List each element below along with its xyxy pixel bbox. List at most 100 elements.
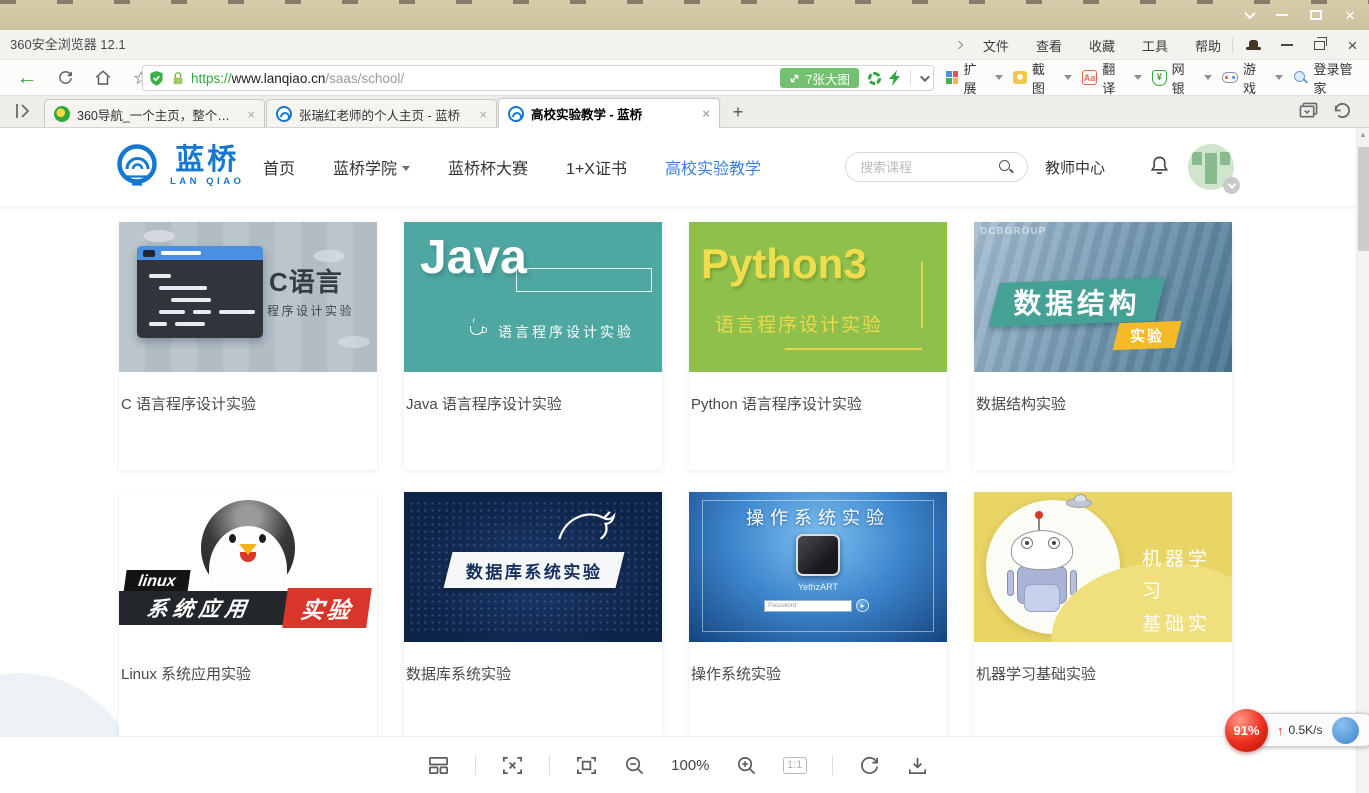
lanqiao-logo[interactable]: 蓝桥 LAN QIAO	[113, 142, 244, 190]
scrollbar-thumb[interactable]	[1358, 147, 1369, 251]
restore-icon	[1314, 41, 1325, 50]
teacher-center-link[interactable]: 教师中心	[1045, 157, 1105, 178]
big-images-badge[interactable]: 7张大图	[780, 68, 859, 88]
divider	[549, 755, 550, 775]
tab-school-lab-active[interactable]: 高校实验教学 - 蓝桥 ×	[498, 98, 720, 128]
zoom-out-button[interactable]	[623, 754, 646, 777]
reopen-closed-tab-button[interactable]	[1332, 102, 1351, 120]
chevron-down-icon	[1134, 75, 1142, 80]
tab-close-icon[interactable]: ×	[702, 107, 710, 120]
chevron-down-icon	[1204, 75, 1212, 80]
menu-tools[interactable]: 工具	[1142, 36, 1168, 55]
login-avatar-art	[796, 534, 840, 576]
url-path: /saas/school/	[325, 71, 404, 86]
reload-button[interactable]	[46, 60, 84, 95]
divider	[832, 755, 833, 775]
course-title: 数据库系统实验	[404, 642, 662, 684]
nav-certificate-label: 1+X证书	[566, 155, 627, 179]
tab-close-icon[interactable]: ×	[247, 108, 255, 121]
menu-favorites[interactable]: 收藏	[1089, 36, 1115, 55]
lightning-speed-icon[interactable]	[889, 70, 901, 86]
speed-widget[interactable]: 91% ↑ 0.5K/s	[1229, 713, 1369, 747]
menu-items: 文件 查看 收藏 工具 帮助	[956, 30, 1221, 60]
course-card-java[interactable]: Java 语言程序设计实验 Java 语言程序设计实验	[404, 222, 662, 470]
nav-academy[interactable]: 蓝桥学院	[333, 155, 410, 179]
cover-subtitle: 语言程序设计实验	[498, 322, 634, 342]
tab-bar: 360导航_一个主页，整个世界 × 张瑞红老师的个人主页 - 蓝桥 × 高校实验…	[0, 96, 1369, 128]
minimize-button-inner[interactable]	[1270, 30, 1303, 60]
download-button[interactable]	[906, 754, 929, 777]
expand-arrows-icon	[789, 73, 800, 84]
cover-badge: 实验	[1130, 325, 1164, 346]
page-scrollbar[interactable]: ▲	[1356, 128, 1369, 793]
minimize-button[interactable]	[1267, 0, 1297, 30]
nav-school-lab-active[interactable]: 高校实验教学	[665, 155, 761, 179]
boss-key-button[interactable]	[1237, 30, 1270, 60]
course-card-os[interactable]: 操作系统实验 YethzART Password ▸ 操作系统实验	[689, 492, 947, 740]
cover-username: YethzART	[689, 582, 947, 592]
notifications-button[interactable]	[1148, 154, 1171, 178]
actual-size-button[interactable]: 1:1	[783, 757, 807, 774]
titlebar-chevron-button[interactable]	[1235, 0, 1265, 30]
course-card-ml[interactable]: 机器学习 基础实验 机器学习基础实验	[974, 492, 1232, 740]
maximize-icon	[1310, 10, 1322, 20]
search-icon[interactable]	[999, 160, 1014, 175]
photo-shutter-icon[interactable]	[868, 72, 881, 85]
banking-shield-icon	[1152, 70, 1166, 86]
screenshot-label: 截图	[1032, 59, 1057, 97]
url-dropdown-chevron-icon[interactable]	[920, 72, 930, 82]
maximize-button[interactable]	[1301, 0, 1331, 30]
address-bar[interactable]: https://www.lanqiao.cn/saas/school/ 7张大图	[142, 65, 934, 91]
cover-title: C语言	[269, 262, 343, 299]
nav-competition[interactable]: 蓝桥杯大赛	[448, 155, 528, 179]
new-tab-button[interactable]: +	[727, 101, 749, 123]
region-capture-button[interactable]	[501, 754, 524, 777]
sidebar-toggle-button[interactable]	[14, 103, 34, 121]
scroll-up-arrow[interactable]: ▲	[1357, 128, 1369, 142]
screenshot-button[interactable]: 截图	[1008, 65, 1076, 91]
menu-overflow-chevron-icon[interactable]	[955, 41, 963, 49]
tab-list-button[interactable]	[1299, 102, 1318, 120]
menu-file[interactable]: 文件	[983, 36, 1009, 55]
menu-help[interactable]: 帮助	[1195, 36, 1221, 55]
course-card-linux[interactable]: linux 系统应用 实验 Linux 系统应用实验	[119, 492, 377, 740]
login-manager-button[interactable]: 登录管家	[1288, 65, 1369, 91]
games-button[interactable]: 游戏	[1217, 65, 1288, 91]
tab-close-icon[interactable]: ×	[479, 108, 487, 121]
nav-certificate[interactable]: 1+X证书	[566, 155, 627, 179]
url-protocol: https://	[191, 71, 232, 86]
tab-teacher-homepage[interactable]: 张瑞红老师的个人主页 - 蓝桥 ×	[266, 99, 497, 128]
thumbnail-layout-button[interactable]	[427, 754, 450, 777]
extensions-button[interactable]: 扩展	[941, 65, 1008, 91]
tab-360-nav[interactable]: 360导航_一个主页，整个世界 ×	[44, 99, 265, 128]
translate-button[interactable]: 翻译	[1077, 65, 1147, 91]
divider	[1232, 37, 1233, 53]
memory-usage-ball[interactable]: 91%	[1225, 709, 1268, 752]
rotate-button[interactable]	[858, 754, 881, 777]
avatar-dropdown-button[interactable]	[1223, 177, 1240, 194]
minimize-icon	[1281, 44, 1293, 46]
course-card-database[interactable]: 数据库系统实验 数据库系统实验	[404, 492, 662, 740]
course-card-c[interactable]: C语言 程序设计实验 C 语言程序设计实验	[119, 222, 377, 470]
back-button[interactable]: ←	[8, 60, 46, 95]
menu-view[interactable]: 查看	[1036, 36, 1062, 55]
online-banking-button[interactable]: 网银	[1147, 65, 1216, 91]
restore-button-inner[interactable]	[1303, 30, 1336, 60]
zoom-in-button[interactable]	[735, 754, 758, 777]
course-card-data-structures[interactable]: DCBGROUP 数据结构 实验 数据结构实验	[974, 222, 1232, 470]
cover-subtitle: 基础实验	[1142, 609, 1232, 642]
close-button-inner[interactable]: ×	[1336, 30, 1369, 60]
tab-bar-right-controls	[1299, 102, 1351, 120]
fit-screen-button[interactable]	[575, 754, 598, 777]
course-title: C 语言程序设计实验	[119, 372, 377, 414]
search-input[interactable]	[860, 154, 995, 180]
course-cover-os: 操作系统实验 YethzART Password ▸	[689, 492, 947, 642]
download-manager-ball[interactable]	[1332, 717, 1359, 744]
nav-home[interactable]: 首页	[263, 155, 295, 179]
home-button[interactable]	[84, 60, 122, 95]
login-manager-label: 登录管家	[1313, 59, 1364, 97]
close-window-button[interactable]: ×	[1335, 0, 1365, 30]
nav-competition-label: 蓝桥杯大赛	[448, 155, 528, 179]
main-nav: 首页 蓝桥学院 蓝桥杯大赛 1+X证书 高校实验教学	[263, 128, 761, 206]
course-card-python[interactable]: Python3 语言程序设计实验 Python 语言程序设计实验	[689, 222, 947, 470]
